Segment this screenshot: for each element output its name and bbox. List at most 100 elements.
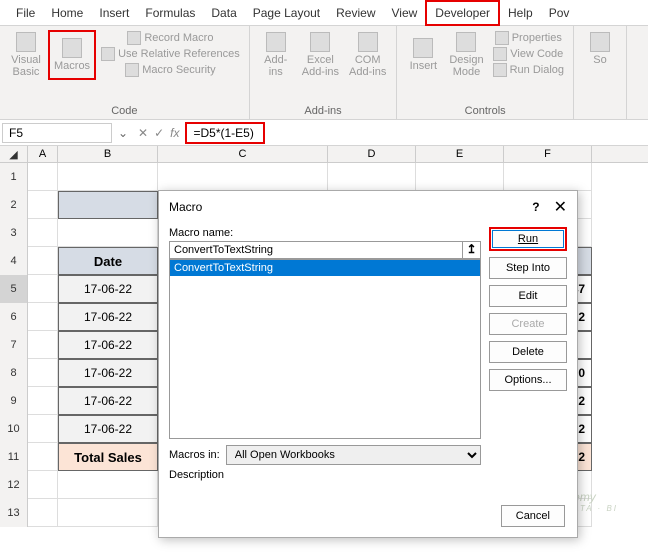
cell[interactable] — [28, 387, 58, 415]
row-1[interactable]: 1 — [0, 163, 28, 191]
com-addins-button[interactable]: COM Add-ins — [345, 30, 390, 80]
com-addins-icon — [358, 32, 378, 52]
collapse-arrow-icon[interactable]: ↥ — [463, 241, 481, 259]
date-cell[interactable]: 17-06-22 — [58, 359, 158, 387]
row-4[interactable]: 4 — [0, 247, 28, 275]
cell[interactable] — [504, 163, 592, 191]
header-date[interactable]: Date — [58, 247, 158, 275]
enter-formula-icon[interactable]: ✓ — [154, 126, 164, 140]
col-c[interactable]: C — [158, 146, 328, 162]
delete-button[interactable]: Delete — [489, 341, 567, 363]
design-mode-button[interactable]: Design Mode — [445, 30, 487, 80]
cell[interactable] — [28, 219, 58, 247]
cell[interactable] — [28, 275, 58, 303]
tab-insert[interactable]: Insert — [91, 2, 137, 24]
cell[interactable] — [28, 415, 58, 443]
source-button[interactable]: So — [580, 30, 620, 68]
tab-help[interactable]: Help — [500, 2, 541, 24]
cell[interactable] — [58, 499, 158, 527]
total-label[interactable]: Total Sales — [58, 443, 158, 471]
help-button[interactable]: ? — [532, 200, 539, 214]
cell[interactable] — [28, 443, 58, 471]
name-box[interactable]: F5 — [2, 123, 112, 143]
tab-review[interactable]: Review — [328, 2, 383, 24]
row-12[interactable]: 12 — [0, 471, 28, 499]
tab-file[interactable]: File — [8, 2, 43, 24]
col-a[interactable]: A — [28, 146, 58, 162]
cell[interactable] — [28, 191, 58, 219]
select-all[interactable]: ◢ — [0, 146, 28, 162]
tab-data[interactable]: Data — [203, 2, 244, 24]
cell[interactable] — [58, 163, 158, 191]
date-cell[interactable]: 17-06-22 — [58, 331, 158, 359]
date-cell[interactable]: 17-06-22 — [58, 275, 158, 303]
date-cell[interactable]: 17-06-22 — [58, 415, 158, 443]
col-f[interactable]: F — [504, 146, 592, 162]
macros-in-select[interactable]: All Open Workbooks — [226, 445, 481, 465]
col-e[interactable]: E — [416, 146, 504, 162]
addins-icon — [266, 32, 286, 52]
tab-view[interactable]: View — [384, 2, 426, 24]
cell[interactable] — [28, 471, 58, 499]
run-dialog-button[interactable]: Run Dialog — [490, 62, 567, 78]
tab-overflow[interactable]: Pov — [541, 2, 578, 24]
row-8[interactable]: 8 — [0, 359, 28, 387]
row-7[interactable]: 7 — [0, 331, 28, 359]
view-code-button[interactable]: View Code — [490, 46, 567, 62]
excel-addins-button[interactable]: Excel Add-ins — [298, 30, 343, 80]
macros-button[interactable]: Macros — [48, 30, 96, 80]
addins-button[interactable]: Add- ins — [256, 30, 296, 80]
record-icon — [127, 31, 141, 45]
run-button[interactable]: Run — [489, 227, 567, 251]
cell[interactable] — [328, 163, 416, 191]
row-9[interactable]: 9 — [0, 387, 28, 415]
cell[interactable] — [28, 331, 58, 359]
cell[interactable] — [58, 219, 158, 247]
cell[interactable] — [28, 499, 58, 527]
col-b[interactable]: B — [58, 146, 158, 162]
macro-security-button[interactable]: Macro Security — [98, 62, 243, 78]
insert-control-button[interactable]: Insert — [403, 30, 443, 80]
cell[interactable] — [158, 163, 328, 191]
cell[interactable] — [416, 163, 504, 191]
tab-formulas[interactable]: Formulas — [137, 2, 203, 24]
row-6[interactable]: 6 — [0, 303, 28, 331]
vb-icon — [16, 32, 36, 52]
cell[interactable] — [28, 163, 58, 191]
row-11[interactable]: 11 — [0, 443, 28, 471]
cell[interactable] — [58, 471, 158, 499]
cell[interactable] — [28, 247, 58, 275]
close-button[interactable]: ✕ — [554, 197, 567, 217]
tab-page-layout[interactable]: Page Layout — [245, 2, 328, 24]
cell[interactable] — [28, 303, 58, 331]
tab-developer[interactable]: Developer — [425, 0, 500, 26]
options-button[interactable]: Options... — [489, 369, 567, 391]
date-cell[interactable]: 17-06-22 — [58, 387, 158, 415]
fx-icon[interactable]: fx — [170, 126, 179, 140]
group-controls: Insert Design Mode Properties View Code … — [397, 26, 574, 119]
date-cell[interactable]: 17-06-22 — [58, 303, 158, 331]
cell[interactable] — [58, 191, 158, 219]
macro-name-input[interactable] — [169, 241, 463, 259]
row-5[interactable]: 5 — [0, 275, 28, 303]
row-3[interactable]: 3 — [0, 219, 28, 247]
cell[interactable] — [28, 359, 58, 387]
edit-button[interactable]: Edit — [489, 285, 567, 307]
relative-refs-button[interactable]: Use Relative References — [98, 46, 243, 62]
formula-input[interactable]: =D5*(1-E5) — [185, 122, 265, 144]
macro-list[interactable]: ConvertToTextString — [169, 259, 481, 439]
step-into-button[interactable]: Step Into — [489, 257, 567, 279]
cancel-formula-icon[interactable]: ✕ — [138, 126, 148, 140]
tab-home[interactable]: Home — [43, 2, 91, 24]
row-10[interactable]: 10 — [0, 415, 28, 443]
macro-list-item[interactable]: ConvertToTextString — [170, 260, 480, 276]
properties-button[interactable]: Properties — [490, 30, 567, 46]
row-2[interactable]: 2 — [0, 191, 28, 219]
row-13[interactable]: 13 — [0, 499, 28, 527]
record-macro-button[interactable]: Record Macro — [98, 30, 243, 46]
visual-basic-button[interactable]: Visual Basic — [6, 30, 46, 80]
name-box-dropdown[interactable]: ⌄ — [114, 126, 132, 140]
macro-dialog: Macro ? ✕ Macro name: ↥ ConvertToTextStr… — [158, 190, 578, 538]
cancel-button[interactable]: Cancel — [501, 505, 565, 527]
col-d[interactable]: D — [328, 146, 416, 162]
